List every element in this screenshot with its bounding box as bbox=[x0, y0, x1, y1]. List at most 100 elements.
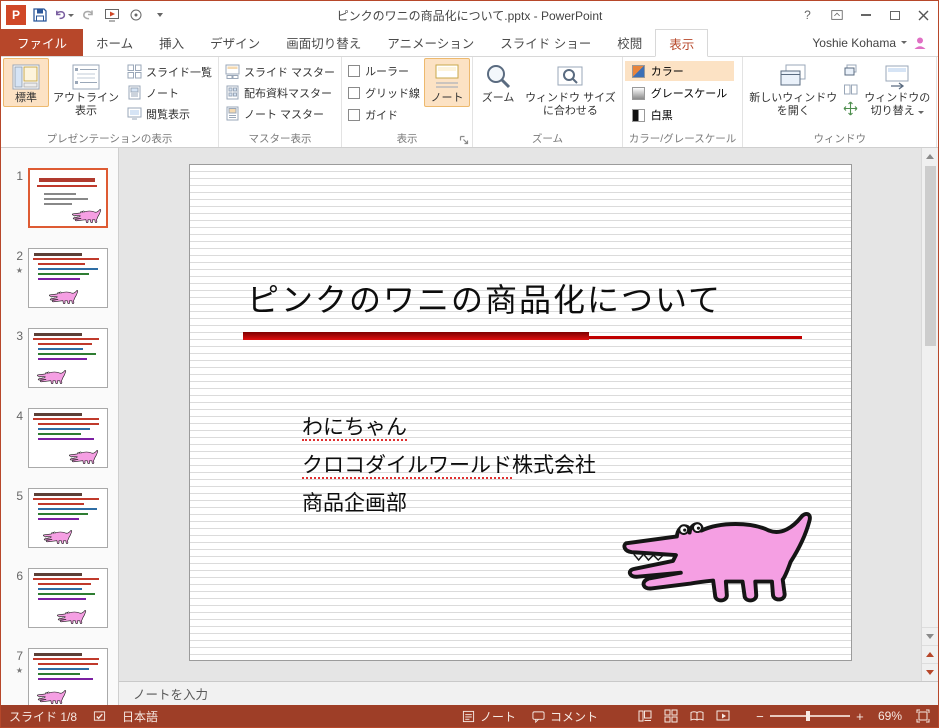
normal-view-button[interactable]: 標準 bbox=[3, 58, 49, 107]
slide-thumbnail-5[interactable] bbox=[28, 488, 108, 548]
undo-icon[interactable] bbox=[53, 5, 74, 26]
subtitle-line-1: わにちゃん bbox=[302, 416, 407, 441]
slide-subtitle-textbox[interactable]: わにちゃん クロコダイルワールド株式会社 商品企画部 bbox=[302, 409, 596, 523]
start-slideshow-icon[interactable] bbox=[101, 5, 122, 26]
gridlines-checkbox-row[interactable]: グリッド線 bbox=[348, 85, 420, 101]
customize-qat-caret-icon[interactable] bbox=[149, 5, 170, 26]
guides-checkbox-row[interactable]: ガイド bbox=[348, 107, 420, 123]
touch-mode-icon[interactable] bbox=[125, 5, 146, 26]
scrollbar-thumb[interactable] bbox=[924, 166, 936, 346]
color-button[interactable]: カラー bbox=[624, 61, 735, 81]
ribbon-display-options-icon[interactable] bbox=[822, 3, 851, 27]
move-split-icon[interactable] bbox=[843, 101, 858, 116]
current-slide[interactable]: ピンクのワニの商品化について わにちゃん クロコダイルワールド株式会社 商品企画… bbox=[189, 164, 852, 661]
quick-access-toolbar: P bbox=[1, 5, 170, 26]
show-dialog-launcher-icon[interactable] bbox=[458, 133, 470, 145]
thumbnail-row-3: 3 bbox=[1, 328, 108, 388]
group-label-zoom: ズーム bbox=[531, 133, 564, 145]
switch-windows-button[interactable]: ウィンドウの 切り替え bbox=[860, 58, 934, 120]
slide-master-button[interactable]: スライド マスター bbox=[221, 61, 339, 82]
slide-sorter-button[interactable]: スライド一覧 bbox=[123, 61, 216, 82]
slide-number: 2 bbox=[16, 249, 23, 263]
vertical-scrollbar[interactable] bbox=[921, 148, 938, 681]
new-window-button[interactable]: 新しいウィンドウ を開く bbox=[745, 58, 841, 120]
notes-toggle-statusbar[interactable]: ノート bbox=[454, 705, 524, 727]
zoom-slider-thumb[interactable] bbox=[805, 711, 810, 721]
close-button[interactable] bbox=[909, 3, 938, 27]
color-swatch-icon bbox=[631, 64, 645, 78]
normal-view-statusbar-icon[interactable] bbox=[632, 705, 658, 727]
scroll-up-icon[interactable] bbox=[922, 148, 939, 164]
slide-thumbnail-4[interactable] bbox=[28, 408, 108, 468]
tab-file[interactable]: ファイル bbox=[1, 29, 84, 56]
reading-view-button[interactable]: 閲覧表示 bbox=[123, 103, 216, 124]
redo-icon[interactable] bbox=[77, 5, 98, 26]
previous-slide-icon[interactable] bbox=[921, 645, 938, 663]
slide-thumbnail-3[interactable] bbox=[28, 328, 108, 388]
notes-placeholder: ノートを入力 bbox=[133, 688, 209, 702]
tab-slideshow[interactable]: スライド ショー bbox=[487, 29, 604, 56]
next-slide-icon[interactable] bbox=[921, 663, 938, 681]
notes-page-button[interactable]: ノート bbox=[123, 82, 216, 103]
slide-number: 5 bbox=[16, 489, 23, 503]
zoom-button[interactable]: ズーム bbox=[475, 58, 521, 107]
maximize-button[interactable] bbox=[880, 3, 909, 27]
zoom-out-button[interactable]: − bbox=[750, 705, 770, 727]
slide-thumbnail-2[interactable] bbox=[28, 248, 108, 308]
slideshow-statusbar-icon[interactable] bbox=[710, 705, 736, 727]
powerpoint-app-icon[interactable]: P bbox=[6, 5, 26, 25]
tab-insert[interactable]: 挿入 bbox=[146, 29, 197, 56]
group-label-presentation-views: プレゼンテーションの表示 bbox=[46, 133, 173, 145]
ruler-checkbox[interactable] bbox=[348, 65, 361, 77]
undo-dropdown-caret[interactable] bbox=[68, 13, 74, 17]
slide-thumbnail-1[interactable] bbox=[28, 168, 108, 228]
ruler-checkbox-row[interactable]: ルーラー bbox=[348, 63, 420, 79]
slide-editing-canvas: ピンクのワニの商品化について わにちゃん クロコダイルワールド株式会社 商品企画… bbox=[119, 148, 938, 681]
notes-master-button[interactable]: ノート マスター bbox=[221, 103, 339, 124]
subtitle-line-3: 商品企画部 bbox=[302, 492, 407, 515]
tab-home[interactable]: ホーム bbox=[83, 29, 146, 56]
pink-crocodile-image[interactable] bbox=[622, 511, 818, 609]
notes-toggle-button[interactable]: ノート bbox=[424, 58, 471, 107]
outline-view-button[interactable]: アウトライン 表示 bbox=[49, 58, 123, 120]
handout-master-button[interactable]: 配布資料マスター bbox=[221, 82, 339, 103]
tab-transitions[interactable]: 画面切り替え bbox=[273, 29, 374, 56]
account-area[interactable]: Yoshie Kohama bbox=[812, 29, 938, 56]
slide-thumbnail-7[interactable] bbox=[28, 648, 108, 705]
gridlines-checkbox[interactable] bbox=[348, 87, 361, 99]
tab-view[interactable]: 表示 bbox=[655, 29, 709, 57]
scroll-down-icon[interactable] bbox=[921, 627, 938, 645]
help-icon[interactable]: ? bbox=[793, 3, 822, 27]
save-icon[interactable] bbox=[29, 5, 50, 26]
tab-review[interactable]: 校閲 bbox=[604, 29, 655, 56]
zoom-in-button[interactable]: + bbox=[850, 705, 870, 727]
arrange-all-icon[interactable] bbox=[843, 82, 858, 97]
zoom-percentage[interactable]: 69% bbox=[870, 705, 910, 727]
guides-checkbox[interactable] bbox=[348, 109, 361, 121]
group-macro: マクロ マクロ bbox=[937, 57, 938, 147]
slide-thumbnail-6[interactable] bbox=[28, 568, 108, 628]
cascade-windows-icon[interactable] bbox=[843, 63, 858, 78]
black-white-button[interactable]: 白黒 bbox=[625, 105, 734, 125]
subtitle-line-2: 株式会社 bbox=[512, 454, 596, 477]
slide-title-text[interactable]: ピンクのワニの商品化について bbox=[247, 275, 722, 321]
handout-master-icon bbox=[225, 85, 240, 100]
reading-view-icon bbox=[127, 106, 142, 121]
fit-to-window-button[interactable]: ウィンドウ サイズ に合わせる bbox=[521, 58, 620, 120]
minimize-button[interactable] bbox=[851, 3, 880, 27]
normal-view-icon bbox=[11, 62, 41, 92]
user-avatar-icon bbox=[914, 37, 926, 49]
notes-pane[interactable]: ノートを入力 bbox=[119, 681, 938, 705]
comments-toggle-statusbar[interactable]: コメント bbox=[524, 705, 606, 727]
slide-sorter-statusbar-icon[interactable] bbox=[658, 705, 684, 727]
language-indicator[interactable]: 日本語 bbox=[114, 705, 166, 727]
proofing-icon[interactable] bbox=[85, 705, 114, 727]
tab-animations[interactable]: アニメーション bbox=[374, 29, 487, 56]
slide-thumbnail-panel: 1 2 ★ 3 4 5 6 7 ★ bbox=[1, 148, 119, 705]
reading-view-statusbar-icon[interactable] bbox=[684, 705, 710, 727]
grayscale-button[interactable]: グレースケール bbox=[625, 83, 734, 103]
fit-slide-to-window-icon[interactable] bbox=[910, 705, 936, 727]
title-underline-bar bbox=[243, 332, 589, 340]
tab-design[interactable]: デザイン bbox=[197, 29, 273, 56]
zoom-slider[interactable] bbox=[769, 711, 850, 721]
